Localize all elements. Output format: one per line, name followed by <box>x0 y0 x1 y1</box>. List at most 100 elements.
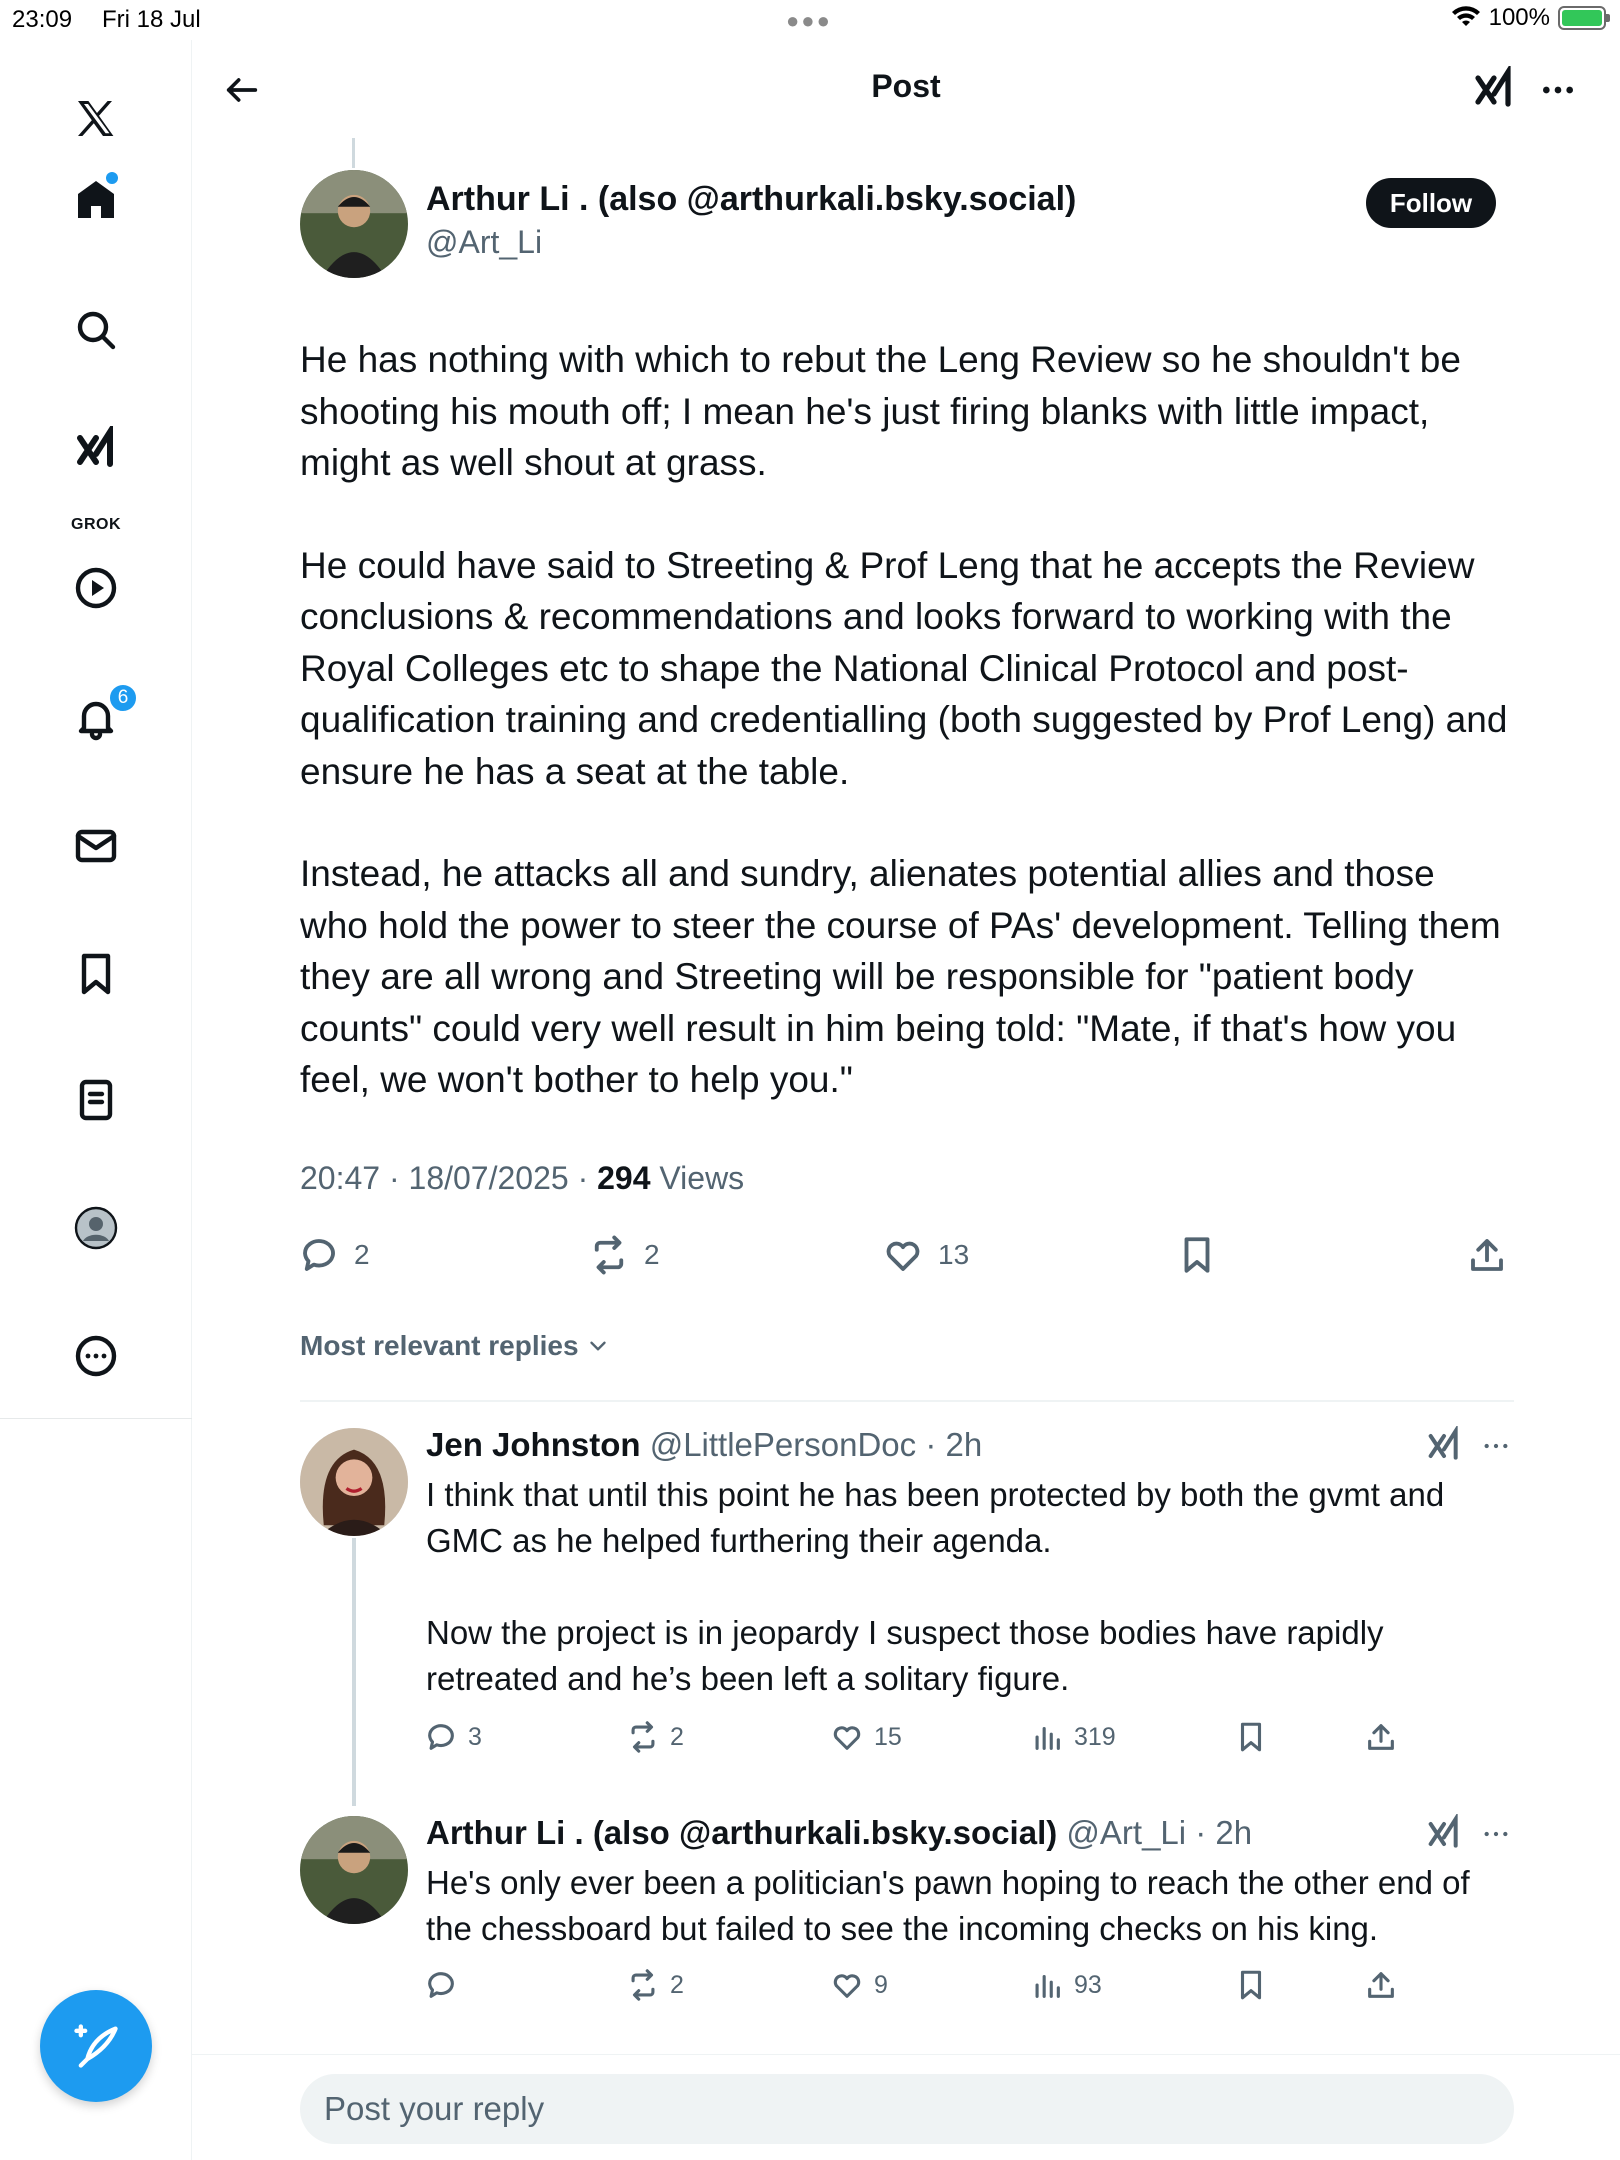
profile-avatar-icon[interactable] <box>66 1198 126 1258</box>
reply-header: Jen Johnston @LittlePersonDoc · 2h <box>426 1426 982 1464</box>
share-action[interactable] <box>1466 1234 1508 1276</box>
reply-more-button[interactable] <box>1476 1426 1516 1466</box>
reply-action[interactable]: 2 <box>298 1234 370 1276</box>
author-avatar[interactable] <box>300 170 408 278</box>
reply-thread-connector <box>352 1538 356 1806</box>
sidebar-divider <box>0 1418 192 1419</box>
share-upload-icon <box>1368 1972 1394 1998</box>
multitasking-dots-icon[interactable]: ●●● <box>786 8 832 34</box>
ellipsis-icon <box>1543 86 1573 94</box>
like-action[interactable]: 13 <box>882 1234 969 1276</box>
reply-like-action[interactable]: 9 <box>830 1968 888 2002</box>
reply-grok-button[interactable] <box>1424 1424 1464 1466</box>
reply-grok-button[interactable] <box>1424 1812 1464 1854</box>
post-timestamp[interactable]: 20:47 · 18/07/2025 · <box>300 1160 597 1196</box>
post-paragraph: He has nothing with which to rebut the L… <box>300 339 1461 483</box>
compose-post-button[interactable] <box>40 1990 152 2102</box>
author-name[interactable]: Arthur Li . (also @arthurkali.bsky.socia… <box>426 180 1076 219</box>
grok-icon <box>1428 1424 1458 1460</box>
like-count: 13 <box>938 1239 970 1270</box>
compose-feather-icon <box>74 2024 118 2068</box>
back-arrow-icon <box>226 78 258 102</box>
reply-paragraph: I think that until this point he has bee… <box>426 1476 1445 1559</box>
reply-input[interactable] <box>300 2074 1514 2144</box>
reply-author-name[interactable]: Arthur Li . (also @arthurkali.bsky.socia… <box>426 1814 1057 1851</box>
reply-bookmark-action[interactable] <box>1234 1720 1268 1754</box>
thread-connector <box>352 138 355 168</box>
share-upload-icon <box>1471 1239 1503 1271</box>
x-logo-icon[interactable] <box>66 90 126 150</box>
reply-repost-action[interactable]: 2 <box>626 1720 684 1754</box>
reply-reply-action[interactable] <box>424 1968 468 2002</box>
grok-icon[interactable] <box>66 420 126 480</box>
views-count: 294 <box>597 1160 651 1196</box>
post-paragraph: He could have said to Streeting & Prof L… <box>300 544 1508 792</box>
repost-icon <box>631 1721 655 1753</box>
grok-icon <box>1428 1812 1458 1848</box>
lists-icon[interactable] <box>66 1070 126 1130</box>
reply-avatar[interactable] <box>300 1816 408 1924</box>
video-play-icon[interactable] <box>66 558 126 618</box>
reply-reply-action[interactable]: 3 <box>424 1720 482 1754</box>
search-icon[interactable] <box>66 300 126 360</box>
views-label: Views <box>650 1160 745 1196</box>
reply-repost-count: 2 <box>670 1722 684 1751</box>
page-title: Post <box>871 68 941 104</box>
reply-like-count: 15 <box>874 1722 902 1751</box>
notifications-badge: 6 <box>108 683 138 713</box>
reply-author-name[interactable]: Jen Johnston <box>426 1426 641 1463</box>
repost-action[interactable]: 2 <box>588 1234 660 1276</box>
reply-bubble-icon <box>303 1239 335 1271</box>
post-meta: 20:47 · 18/07/2025 · 294 Views <box>300 1160 744 1197</box>
analytics-bars-icon <box>1035 1726 1060 1750</box>
bookmark-icon <box>1240 1970 1262 2000</box>
grok-header-button[interactable] <box>1466 62 1522 118</box>
reply-views-action[interactable]: 319 <box>1030 1720 1116 1754</box>
status-right: 100% <box>1451 4 1610 32</box>
reply-bookmark-action[interactable] <box>1234 1968 1268 2002</box>
status-bar: 23:09 Fri 18 Jul ●●● 100% <box>0 0 1620 40</box>
author-handle[interactable]: @Art_Li <box>426 224 542 261</box>
reply-body: I think that until this point he has bee… <box>426 1472 1506 1748</box>
heart-icon <box>886 1241 920 1271</box>
reply-share-action[interactable] <box>1364 1968 1398 2002</box>
post-body: He has nothing with which to rebut the L… <box>300 334 1512 1157</box>
reply-share-action[interactable] <box>1364 1720 1398 1754</box>
status-date: Fri 18 Jul <box>102 6 201 33</box>
analytics-bars-icon <box>1035 1974 1060 1998</box>
heart-icon <box>833 1974 861 1998</box>
reply-repost-action[interactable]: 2 <box>626 1968 684 2002</box>
more-options-icon[interactable] <box>66 1326 126 1386</box>
bookmarks-icon[interactable] <box>66 944 126 1004</box>
reply-views-count: 319 <box>1074 1722 1116 1751</box>
ellipsis-icon <box>1484 1443 1508 1449</box>
follow-button[interactable]: Follow <box>1366 178 1496 228</box>
reply-body: He's only ever been a politician's pawn … <box>426 1860 1506 1998</box>
reply-repost-count: 2 <box>670 1970 684 1999</box>
bookmark-action[interactable] <box>1176 1234 1218 1276</box>
reply-views-action[interactable]: 93 <box>1030 1968 1102 2002</box>
reply-handle-time[interactable]: @LittlePersonDoc · 2h <box>641 1426 983 1463</box>
more-menu-button[interactable] <box>1530 62 1586 118</box>
heart-icon <box>833 1726 861 1750</box>
reply-avatar[interactable] <box>300 1428 408 1536</box>
replies-sort-label: Most relevant replies <box>300 1330 579 1361</box>
replies-separator <box>300 1400 1514 1402</box>
chevron-down-icon <box>589 1341 606 1351</box>
replies-sort-dropdown[interactable]: Most relevant replies <box>300 1330 611 1362</box>
grok-icon <box>1475 66 1511 107</box>
battery-icon <box>1558 6 1610 30</box>
reply-count: 2 <box>354 1239 370 1270</box>
reply-views-count: 93 <box>1074 1970 1102 1999</box>
repost-count: 2 <box>644 1239 660 1270</box>
reply-paragraph: He's only ever been a politician's pawn … <box>426 1864 1470 1947</box>
reply-bubble-icon <box>428 1724 454 1750</box>
battery-percent: 100% <box>1488 4 1550 31</box>
reply-header: Arthur Li . (also @arthurkali.bsky.socia… <box>426 1814 1252 1852</box>
reply-more-button[interactable] <box>1476 1814 1516 1854</box>
bookmark-icon <box>1184 1237 1210 1273</box>
reply-like-action[interactable]: 15 <box>830 1720 902 1754</box>
back-button[interactable] <box>214 62 270 118</box>
messages-envelope-icon[interactable] <box>66 816 126 876</box>
reply-handle-time[interactable]: @Art_Li · 2h <box>1057 1814 1252 1851</box>
